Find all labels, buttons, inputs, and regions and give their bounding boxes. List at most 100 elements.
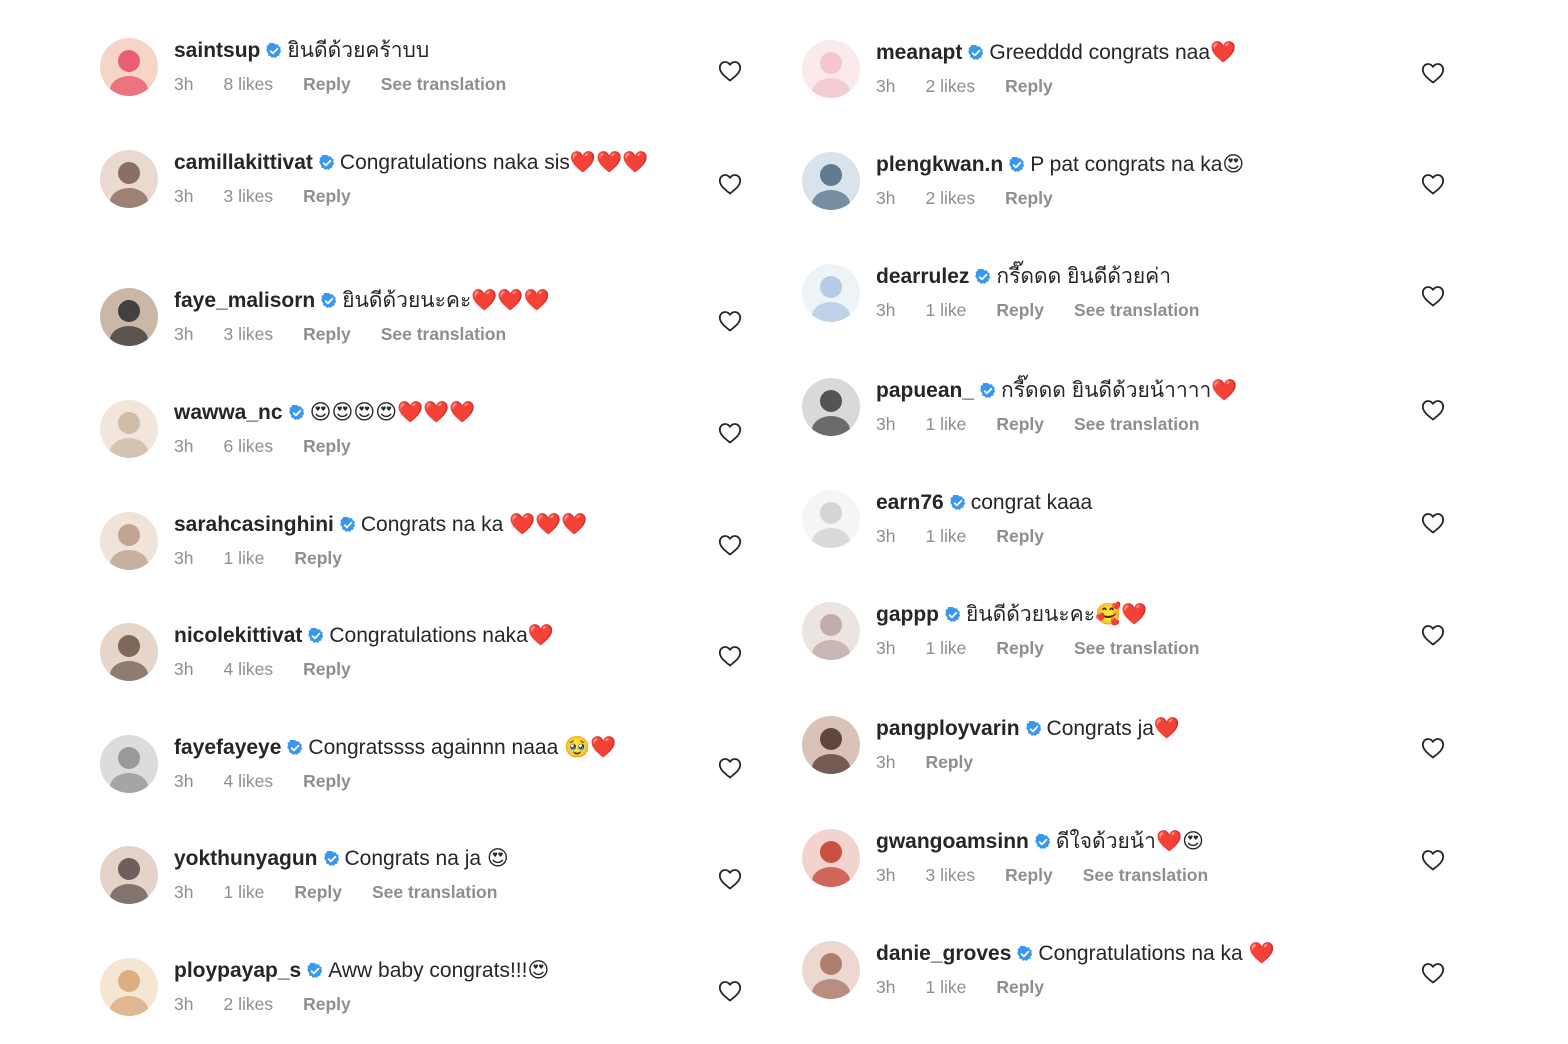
comment-likes-count[interactable]: 2 likes: [925, 76, 975, 96]
verified-badge-icon: [286, 738, 304, 756]
reply-button[interactable]: Reply: [303, 74, 351, 94]
avatar[interactable]: [802, 829, 860, 887]
like-heart-icon[interactable]: [718, 757, 742, 779]
avatar[interactable]: [802, 152, 860, 210]
reply-button[interactable]: Reply: [996, 638, 1044, 658]
reply-button[interactable]: Reply: [303, 659, 351, 679]
reply-button[interactable]: Reply: [303, 994, 351, 1014]
comment-meta: 3h 1 like Reply See translation: [876, 299, 1406, 321]
like-heart-icon[interactable]: [718, 645, 742, 667]
comment-likes-count[interactable]: 1 like: [925, 300, 966, 320]
reply-button[interactable]: Reply: [996, 414, 1044, 434]
comment-username[interactable]: sarahcasinghini: [174, 513, 334, 536]
comment-likes-count[interactable]: 1 like: [925, 977, 966, 997]
comment-likes-count[interactable]: 1 like: [925, 414, 966, 434]
avatar[interactable]: [100, 38, 158, 96]
avatar[interactable]: [100, 958, 158, 1016]
like-heart-icon[interactable]: [718, 534, 742, 556]
see-translation-button[interactable]: See translation: [1083, 865, 1208, 885]
verified-badge-icon: [967, 43, 985, 61]
comment-likes-count[interactable]: 6 likes: [223, 436, 273, 456]
see-translation-button[interactable]: See translation: [1074, 414, 1199, 434]
avatar[interactable]: [100, 150, 158, 208]
comment-username[interactable]: nicolekittivat: [174, 624, 302, 647]
see-translation-button[interactable]: See translation: [1074, 300, 1199, 320]
reply-button[interactable]: Reply: [1005, 188, 1053, 208]
like-heart-icon[interactable]: [718, 173, 742, 195]
reply-button[interactable]: Reply: [1005, 76, 1053, 96]
reply-button[interactable]: Reply: [303, 186, 351, 206]
avatar[interactable]: [802, 602, 860, 660]
like-heart-icon[interactable]: [1421, 849, 1445, 871]
like-heart-icon[interactable]: [718, 422, 742, 444]
avatar[interactable]: [100, 846, 158, 904]
avatar[interactable]: [100, 288, 158, 346]
like-heart-icon[interactable]: [718, 868, 742, 890]
like-heart-icon[interactable]: [1421, 962, 1445, 984]
see-translation-button[interactable]: See translation: [372, 882, 497, 902]
comment-likes-count[interactable]: 2 likes: [223, 994, 273, 1014]
like-heart-icon[interactable]: [1421, 62, 1445, 84]
like-heart-icon[interactable]: [1421, 512, 1445, 534]
reply-button[interactable]: Reply: [996, 300, 1044, 320]
avatar[interactable]: [100, 623, 158, 681]
comment-username[interactable]: pangployvarin: [876, 717, 1020, 740]
comment-username[interactable]: wawwa_nc: [174, 401, 283, 424]
avatar[interactable]: [100, 400, 158, 458]
like-heart-icon[interactable]: [1421, 399, 1445, 421]
like-heart-icon[interactable]: [718, 310, 742, 332]
reply-button[interactable]: Reply: [294, 548, 342, 568]
comment-likes-count[interactable]: 8 likes: [223, 74, 273, 94]
reply-button[interactable]: Reply: [303, 436, 351, 456]
reply-button[interactable]: Reply: [925, 752, 973, 772]
like-heart-icon[interactable]: [1421, 173, 1445, 195]
avatar[interactable]: [802, 378, 860, 436]
avatar[interactable]: [802, 941, 860, 999]
comment-username[interactable]: yokthunyagun: [174, 847, 318, 870]
comment-username[interactable]: fayefayeye: [174, 736, 281, 759]
comment-username[interactable]: papuean_: [876, 379, 974, 402]
comment-likes-count[interactable]: 2 likes: [925, 188, 975, 208]
comment-likes-count[interactable]: 3 likes: [223, 324, 273, 344]
reply-button[interactable]: Reply: [294, 882, 342, 902]
comment-username[interactable]: gwangoamsinn: [876, 830, 1029, 853]
avatar[interactable]: [802, 490, 860, 548]
reply-button[interactable]: Reply: [303, 771, 351, 791]
comment-likes-count[interactable]: 4 likes: [223, 659, 273, 679]
comment-username[interactable]: plengkwan.n: [876, 153, 1003, 176]
comment-username[interactable]: gappp: [876, 603, 939, 626]
comment-likes-count[interactable]: 3 likes: [223, 186, 273, 206]
comment-likes-count[interactable]: 3 likes: [925, 865, 975, 885]
comment-username[interactable]: earn76: [876, 491, 944, 514]
like-heart-icon[interactable]: [718, 60, 742, 82]
avatar[interactable]: [802, 264, 860, 322]
comment-username[interactable]: faye_malisorn: [174, 289, 315, 312]
comment-username[interactable]: saintsup: [174, 39, 260, 62]
comment-username[interactable]: dearrulez: [876, 265, 969, 288]
avatar[interactable]: [100, 735, 158, 793]
see-translation-button[interactable]: See translation: [1074, 638, 1199, 658]
comment-username[interactable]: ploypayap_s: [174, 959, 301, 982]
comment-likes-count[interactable]: 1 like: [925, 638, 966, 658]
see-translation-button[interactable]: See translation: [381, 324, 506, 344]
like-heart-icon[interactable]: [1421, 285, 1445, 307]
like-heart-icon[interactable]: [1421, 737, 1445, 759]
reply-button[interactable]: Reply: [303, 324, 351, 344]
comment-username[interactable]: meanapt: [876, 41, 962, 64]
see-translation-button[interactable]: See translation: [381, 74, 506, 94]
comment-likes-count[interactable]: 1 like: [925, 526, 966, 546]
like-heart-icon[interactable]: [718, 980, 742, 1002]
avatar[interactable]: [100, 512, 158, 570]
avatar[interactable]: [802, 716, 860, 774]
comment-username[interactable]: danie_groves: [876, 942, 1011, 965]
comment-text: Congratssss againnn naaa 🥹❤️: [308, 736, 617, 759]
comment-likes-count[interactable]: 4 likes: [223, 771, 273, 791]
comment-username[interactable]: camillakittivat: [174, 151, 313, 174]
reply-button[interactable]: Reply: [1005, 865, 1053, 885]
comment-likes-count[interactable]: 1 like: [223, 882, 264, 902]
reply-button[interactable]: Reply: [996, 526, 1044, 546]
reply-button[interactable]: Reply: [996, 977, 1044, 997]
avatar[interactable]: [802, 40, 860, 98]
comment-likes-count[interactable]: 1 like: [223, 548, 264, 568]
like-heart-icon[interactable]: [1421, 624, 1445, 646]
